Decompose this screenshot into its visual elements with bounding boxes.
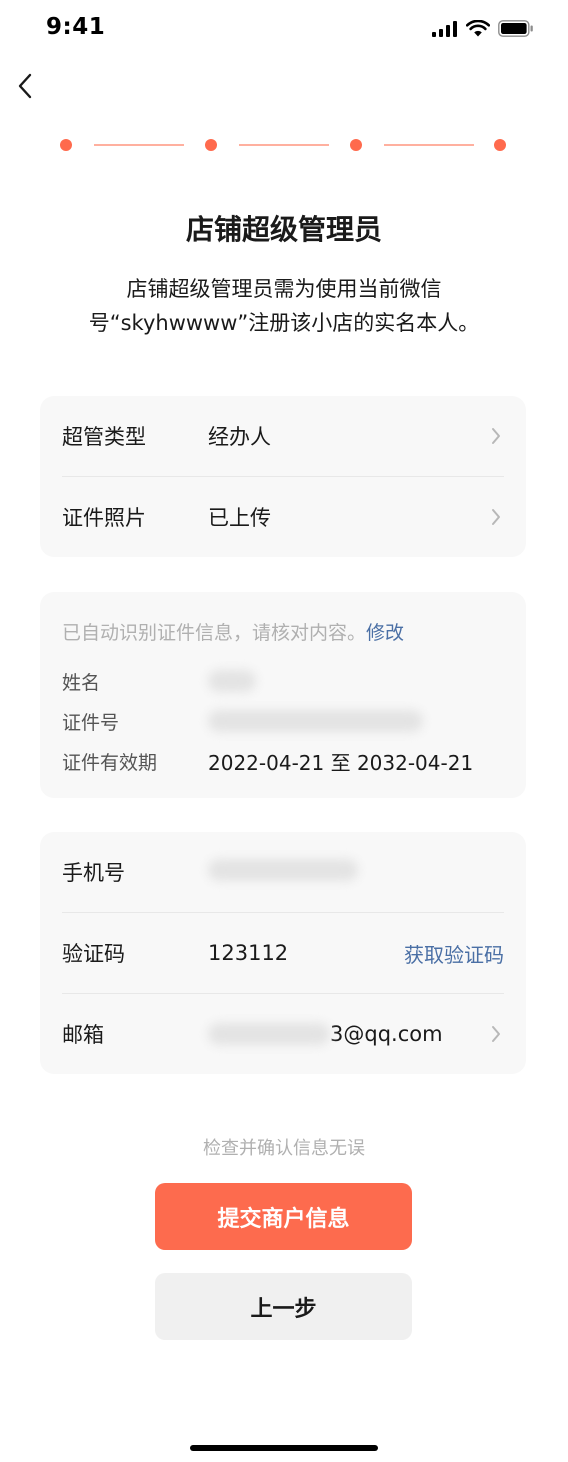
email-suffix: 3@qq.com <box>330 1022 443 1046</box>
email-prefix-redacted <box>208 1023 330 1045</box>
id-photo-row[interactable]: 证件照片 已上传 <box>62 477 504 557</box>
id-number-label: 证件号 <box>62 711 120 734</box>
name-label: 姓名 <box>62 671 101 694</box>
wifi-icon <box>466 20 490 37</box>
name-row: 姓名 <box>62 666 504 696</box>
page-title: 店铺超级管理员 <box>185 213 382 246</box>
phone-value-redacted <box>208 858 358 881</box>
email-row[interactable]: 邮箱 3@qq.com <box>62 994 504 1074</box>
contact-info-card: 手机号 验证码 123112 获取验证码 邮箱 3@qq.com <box>40 832 526 1074</box>
admin-info-card: 超管类型 经办人 证件照片 已上传 <box>40 396 526 557</box>
edit-link[interactable]: 修改 <box>366 622 404 644</box>
id-info-card: 已自动识别证件信息，请核对内容。修改 姓名 证件号 证件有效期 2022-04-… <box>40 592 526 798</box>
admin-type-label: 超管类型 <box>62 425 146 449</box>
admin-type-row[interactable]: 超管类型 经办人 <box>62 396 504 476</box>
status-icons <box>432 20 534 37</box>
email-value: 3@qq.com <box>208 1022 488 1046</box>
get-verify-code-button[interactable]: 获取验证码 <box>404 939 504 968</box>
validity-row: 证件有效期 2022-04-21 至 2032-04-21 <box>62 746 504 776</box>
verify-code-label: 验证码 <box>62 942 125 966</box>
step-line-3 <box>384 144 474 146</box>
verify-code-row[interactable]: 验证码 123112 获取验证码 <box>62 913 504 993</box>
battery-icon <box>498 20 533 37</box>
status-time: 9:41 <box>46 14 106 40</box>
name-value-redacted <box>208 670 256 692</box>
admin-type-value: 经办人 <box>208 425 271 449</box>
back-button[interactable] <box>10 68 40 104</box>
id-photo-label: 证件照片 <box>62 506 146 530</box>
status-bar: 9:41 <box>0 0 568 60</box>
auto-recognize-text: 已自动识别证件信息，请核对内容。 <box>62 622 367 644</box>
phone-value <box>208 858 504 886</box>
step-line-1 <box>94 144 184 146</box>
verify-code-input[interactable]: 123112 <box>208 941 404 965</box>
auto-recognize-tip: 已自动识别证件信息，请核对内容。修改 <box>62 618 404 645</box>
confirm-hint: 检查并确认信息无误 <box>203 1138 365 1159</box>
id-number-value-redacted <box>208 710 423 732</box>
id-photo-value: 已上传 <box>208 506 271 530</box>
email-label: 邮箱 <box>62 1023 104 1047</box>
phone-row[interactable]: 手机号 <box>62 832 504 912</box>
validity-label: 证件有效期 <box>62 751 158 774</box>
chevron-right-icon <box>488 507 504 527</box>
id-number-row: 证件号 <box>62 706 504 736</box>
validity-value: 2022-04-21 至 2032-04-21 <box>208 750 474 775</box>
step-dot-3 <box>350 139 362 151</box>
cellular-signal-icon <box>432 20 457 37</box>
submit-merchant-button[interactable]: 提交商户信息 <box>155 1183 412 1250</box>
chevron-right-icon <box>488 426 504 446</box>
progress-stepper <box>60 138 508 152</box>
home-indicator <box>190 1445 378 1451</box>
chevron-left-icon <box>18 73 32 99</box>
step-line-2 <box>239 144 329 146</box>
previous-step-button[interactable]: 上一步 <box>155 1273 412 1340</box>
phone-label: 手机号 <box>62 861 125 885</box>
chevron-right-icon <box>488 1024 504 1044</box>
page-description: 店铺超级管理员需为使用当前微信号“skyhwwww”注册该小店的实名本人。 <box>88 277 480 335</box>
step-dot-2 <box>205 139 217 151</box>
step-dot-1 <box>60 139 72 151</box>
step-dot-4 <box>494 139 506 151</box>
